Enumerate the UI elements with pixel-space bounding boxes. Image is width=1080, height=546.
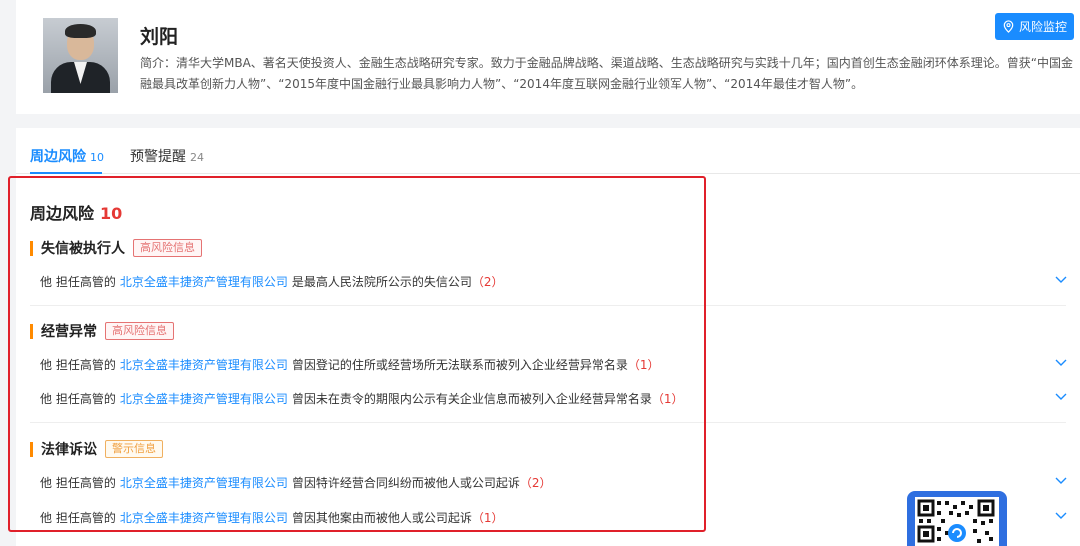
- row-text: 是最高人民法院所公示的失信公司: [291, 275, 472, 289]
- risk-row[interactable]: 他 担任高管的 北京全盛丰捷资产管理有限公司 曾因登记的住所或经营场所无法联系而被列…: [40, 356, 1080, 373]
- risk-count: 10: [100, 204, 123, 223]
- row-prefix: 他 担任高管的: [40, 358, 116, 372]
- location-pin-icon: [1003, 20, 1014, 33]
- chevron-down-icon[interactable]: [1054, 508, 1068, 522]
- risk-row[interactable]: 他 担任高管的 北京全盛丰捷资产管理有限公司 曾因特许经营合同纠纷而被他人或公司起诉…: [40, 474, 1080, 491]
- risk-monitor-label: 风险监控: [1018, 20, 1067, 34]
- row-count: （1）: [627, 358, 660, 372]
- tab-count: 10: [90, 151, 104, 164]
- company-link[interactable]: 北京全盛丰捷资产管理有限公司: [120, 511, 288, 525]
- row-count: （2）: [471, 275, 504, 289]
- company-link[interactable]: 北京全盛丰捷资产管理有限公司: [120, 358, 288, 372]
- chevron-down-icon[interactable]: [1054, 355, 1068, 369]
- tab-surrounding-risk[interactable]: 周边风险 10: [30, 146, 104, 166]
- risk-section-title: 周边风险 10: [30, 200, 122, 224]
- section-marker: [30, 441, 33, 457]
- high-risk-tag: 高风险信息: [105, 322, 174, 340]
- row-text: 曾因特许经营合同纠纷而被他人或公司起诉: [291, 476, 520, 490]
- row-count: （1）: [471, 511, 504, 525]
- tab-label: 周边风险: [30, 149, 86, 165]
- risk-monitor-button[interactable]: 风险监控: [995, 13, 1074, 40]
- row-count: （2）: [519, 476, 552, 490]
- tab-count: 24: [190, 151, 204, 164]
- row-count: （1）: [651, 392, 684, 406]
- row-prefix: 他 担任高管的: [40, 392, 116, 406]
- section-marker: [30, 323, 33, 339]
- tab-warning-alerts[interactable]: 预警提醒 24: [130, 146, 204, 166]
- row-text: 曾因其他案由而被他人或公司起诉: [291, 511, 472, 525]
- avatar: [43, 18, 118, 93]
- high-risk-tag: 高风险信息: [133, 239, 202, 257]
- risk-row[interactable]: 他 担任高管的 北京全盛丰捷资产管理有限公司 是最高人民法院所公示的失信公司（2）: [40, 273, 1080, 290]
- person-name: 刘阳: [140, 26, 179, 48]
- tab-bar: 周边风险 10 预警提醒 24: [16, 128, 1080, 174]
- section-abnormal-operation: 经营异常 高风险信息: [30, 321, 174, 341]
- warning-tag: 警示信息: [105, 440, 163, 458]
- profile-card: 刘阳 简介：清华大学MBA、著名天使投资人、金融生态战略研究专家。致力于金融品牌…: [16, 0, 1080, 114]
- risk-title-text: 周边风险: [30, 204, 95, 223]
- tab-label: 预警提醒: [130, 149, 186, 165]
- row-text: 曾因登记的住所或经营场所无法联系而被列入企业经营异常名录: [291, 358, 628, 372]
- qr-code-widget[interactable]: [907, 491, 1007, 546]
- person-bio: 简介：清华大学MBA、著名天使投资人、金融生态战略研究专家。致力于金融品牌战略、…: [140, 56, 1074, 91]
- chevron-down-icon[interactable]: [1054, 473, 1068, 487]
- divider: [30, 422, 1066, 423]
- risk-panel: 周边风险 10 预警提醒 24 周边风险 10 失信被执行人 高风险信息 他 担任高管…: [16, 128, 1080, 546]
- section-litigation: 法律诉讼 警示信息: [30, 439, 163, 459]
- section-label: 失信被执行人: [41, 241, 125, 257]
- company-link[interactable]: 北京全盛丰捷资产管理有限公司: [120, 476, 288, 490]
- chevron-down-icon[interactable]: [1054, 272, 1068, 286]
- section-marker: [30, 240, 33, 256]
- active-tab-indicator: [30, 172, 102, 174]
- chevron-down-icon[interactable]: [1054, 389, 1068, 403]
- company-link[interactable]: 北京全盛丰捷资产管理有限公司: [120, 392, 288, 406]
- row-prefix: 他 担任高管的: [40, 476, 116, 490]
- qr-code-icon: [915, 497, 999, 546]
- risk-row[interactable]: 他 担任高管的 北京全盛丰捷资产管理有限公司 曾因未在责令的期限内公示有关企业信息而…: [40, 390, 1080, 407]
- section-label: 经营异常: [41, 324, 97, 340]
- section-label: 法律诉讼: [41, 442, 97, 458]
- row-prefix: 他 担任高管的: [40, 275, 116, 289]
- divider: [30, 305, 1066, 306]
- row-prefix: 他 担任高管的: [40, 511, 116, 525]
- company-link[interactable]: 北京全盛丰捷资产管理有限公司: [120, 275, 288, 289]
- section-dishonest-debtor: 失信被执行人 高风险信息: [30, 238, 202, 258]
- row-text: 曾因未在责令的期限内公示有关企业信息而被列入企业经营异常名录: [291, 392, 652, 406]
